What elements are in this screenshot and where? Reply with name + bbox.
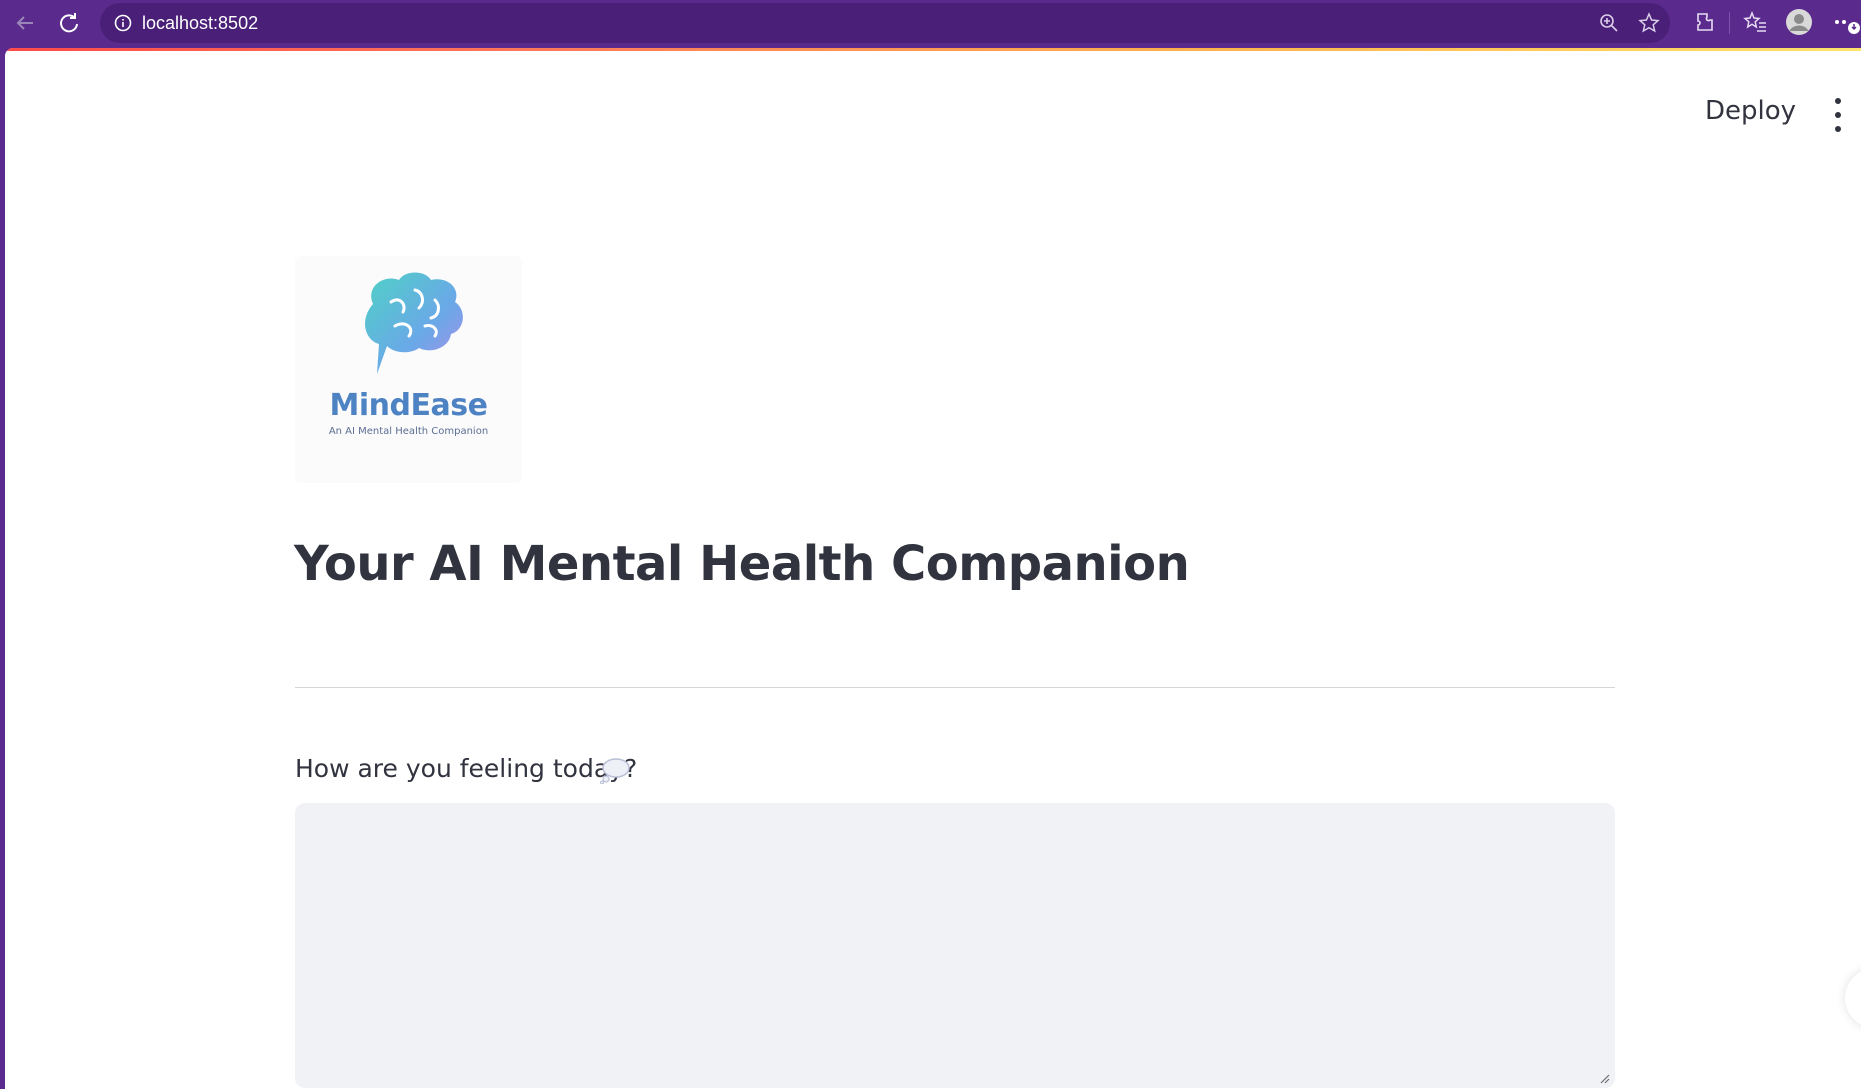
toolbar-separator — [1729, 12, 1730, 34]
site-info-icon[interactable] — [112, 12, 134, 34]
back-button[interactable] — [8, 6, 42, 40]
zoom-icon[interactable] — [1598, 12, 1620, 34]
extensions-icon[interactable] — [1690, 8, 1718, 36]
browser-toolbar: localhost:8502 — [0, 0, 1861, 46]
favorites-icon[interactable] — [1741, 8, 1769, 36]
address-bar[interactable]: localhost:8502 — [100, 3, 1670, 43]
horizontal-divider — [295, 687, 1615, 688]
profile-avatar-icon[interactable] — [1785, 8, 1813, 36]
thought-balloon-icon — [600, 758, 630, 784]
page-viewport: Deploy MindEase An AI Mental Health Comp… — [5, 48, 1861, 1089]
url-text[interactable]: localhost:8502 — [142, 13, 258, 34]
feeling-input-label: How are you feeling today? — [295, 754, 638, 783]
bookmark-star-icon[interactable] — [1638, 12, 1660, 34]
logo-wordmark: MindEase — [329, 388, 488, 423]
reload-button[interactable] — [52, 6, 86, 40]
deploy-button[interactable]: Deploy — [1705, 96, 1796, 126]
back-arrow-icon — [16, 16, 33, 30]
logo-tagline: An AI Mental Health Companion — [328, 426, 489, 437]
reload-icon — [60, 13, 78, 33]
logo-image: MindEase An AI Mental Health Companion — [295, 256, 522, 483]
page-title: Your AI Mental Health Companion — [294, 536, 1190, 592]
resize-handle-icon[interactable] — [1598, 1072, 1610, 1084]
more-menu-icon[interactable] — [1832, 8, 1860, 36]
floating-side-button[interactable] — [1845, 968, 1861, 1028]
top-decoration-bar — [5, 48, 1861, 51]
main-menu-icon[interactable] — [1830, 98, 1846, 132]
feeling-textarea[interactable] — [295, 803, 1615, 1088]
brain-speech-bubble-icon — [365, 272, 463, 374]
